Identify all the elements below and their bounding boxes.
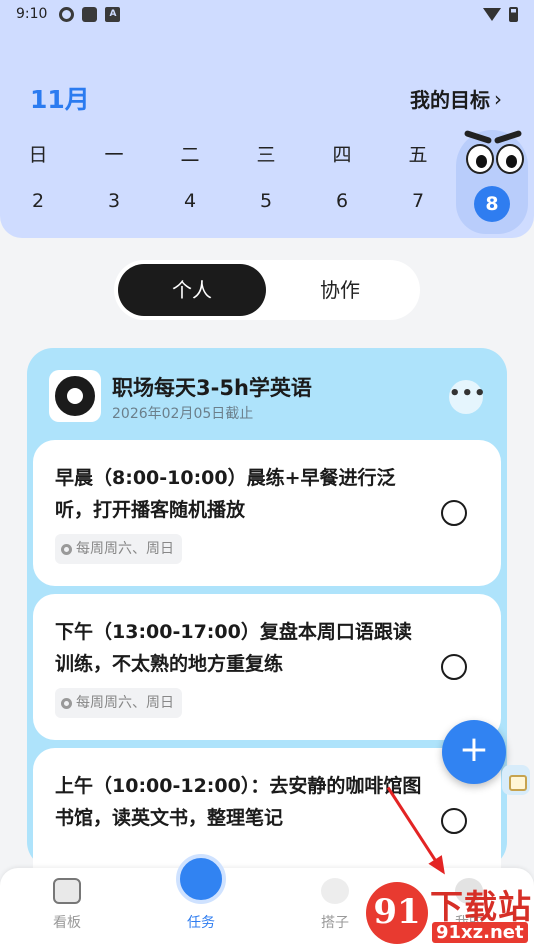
more-options-button[interactable]: ••• — [449, 380, 486, 414]
nav-task[interactable]: 任务 — [156, 854, 246, 950]
weekday-label: 日 — [28, 144, 48, 166]
segment-control: 个人 协作 — [114, 260, 420, 320]
a-icon: A — [105, 6, 121, 22]
task-repeat-tag: 每周周六、周日 — [55, 688, 182, 718]
task-text: 下午（13:00-17:00）复盘本周口语跟读训练，不太熟的地方重复练 — [55, 621, 412, 675]
mascot-illustration: 8 — [456, 129, 528, 234]
nav-board[interactable]: 看板 — [22, 868, 112, 950]
task-checkbox[interactable] — [441, 808, 467, 834]
gear-icon — [59, 6, 75, 22]
repeat-icon — [61, 543, 72, 555]
nav-task-label: 任务 — [187, 915, 215, 931]
mascot-eye — [466, 144, 494, 174]
chevron-right-icon: › — [494, 86, 502, 111]
day-cell[interactable]: 2 — [18, 190, 58, 212]
task-text: 上午（10:00-12:00）：去安静的咖啡馆图书馆，读英文书，整理笔记 — [55, 775, 422, 829]
repeat-icon — [61, 697, 72, 709]
watermark-title: 下载站 — [430, 887, 532, 926]
weekday-label: 四 — [332, 144, 352, 166]
goal-card[interactable]: 职场每天3-5h学英语 2026年02月05日截止 ••• 早晨（8:00-10… — [27, 348, 507, 868]
goal-deadline: 2026年02月05日截止 — [112, 406, 254, 422]
task-text: 早晨（8:00-10:00）晨练+早餐进行泛听，打开播客随机播放 — [55, 467, 396, 521]
weekday-label: 一 — [104, 144, 124, 166]
day-cell[interactable]: 4 — [170, 190, 210, 212]
weekday-label: 二 — [180, 144, 200, 166]
square-icon — [82, 6, 98, 22]
partner-icon — [321, 878, 349, 904]
task-card[interactable]: 早晨（8:00-10:00）晨练+早餐进行泛听，打开播客随机播放 每周周六、周日 — [33, 440, 501, 586]
my-goals-link[interactable]: 我的目标 › — [410, 84, 502, 113]
day-row: 2 3 4 5 6 7 — [0, 190, 534, 220]
day-cell[interactable]: 3 — [94, 190, 134, 212]
site-watermark: 91 下载站 91xz.net — [362, 878, 534, 950]
day-cell[interactable]: 6 — [322, 190, 362, 212]
goal-title: 职场每天3-5h学英语 — [112, 376, 312, 400]
tab-personal[interactable]: 个人 — [118, 264, 266, 316]
add-task-button[interactable]: + — [442, 720, 506, 784]
watermark-logo: 91 — [366, 882, 428, 944]
month-label[interactable]: 11月 — [30, 80, 90, 116]
status-time: 9:10 — [16, 6, 48, 22]
task-checkbox[interactable] — [441, 654, 467, 680]
goal-icon — [49, 370, 101, 422]
my-goals-label: 我的目标 — [410, 88, 490, 112]
wifi-icon — [483, 7, 501, 21]
weekday-label: 三 — [256, 144, 276, 166]
watermark-url: 91xz.net — [432, 922, 528, 943]
floating-badge-icon[interactable] — [502, 765, 530, 795]
day-cell[interactable]: 5 — [246, 190, 286, 212]
battery-icon — [509, 6, 518, 22]
day-cell[interactable]: 7 — [398, 190, 438, 212]
task-repeat-tag: 每周周六、周日 — [55, 534, 182, 564]
weekday-label: 五 — [408, 144, 428, 166]
board-icon — [53, 878, 81, 904]
weekday-row: 日 一 二 三 四 五 — [0, 140, 534, 166]
task-checkbox[interactable] — [441, 500, 467, 526]
task-icon — [176, 854, 226, 904]
mascot-eye — [496, 144, 524, 174]
task-repeat-label: 每周周六、周日 — [76, 695, 174, 711]
task-repeat-label: 每周周六、周日 — [76, 541, 174, 557]
status-bar: 9:10 A — [0, 0, 534, 28]
day-cell-selected[interactable]: 8 — [474, 186, 510, 222]
nav-board-label: 看板 — [53, 915, 81, 931]
tab-collab[interactable]: 协作 — [266, 264, 414, 316]
task-card[interactable]: 下午（13:00-17:00）复盘本周口语跟读训练，不太熟的地方重复练 每周周六… — [33, 594, 501, 740]
mascot-brow — [463, 129, 493, 145]
